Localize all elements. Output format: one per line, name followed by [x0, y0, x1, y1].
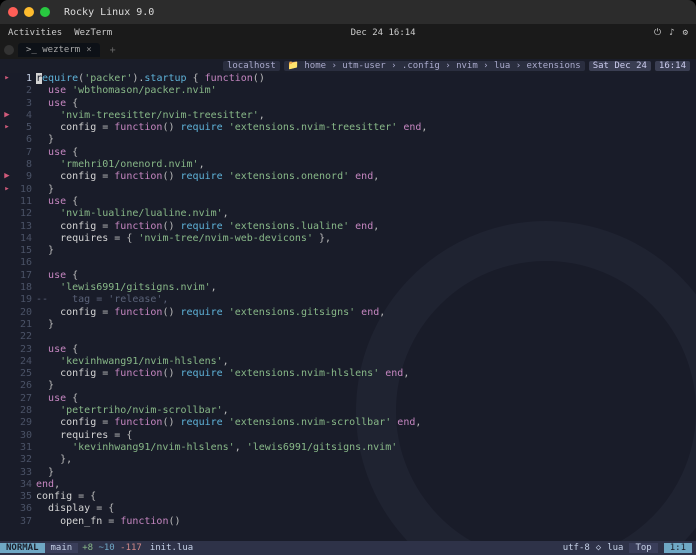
filetype: lua	[607, 543, 623, 553]
code-line[interactable]: -- tag = 'release',	[36, 294, 696, 306]
code-line[interactable]: requires = {	[36, 430, 696, 442]
code-line[interactable]: config = function() require 'extensions.…	[36, 122, 696, 134]
minimize-icon[interactable]	[24, 7, 34, 17]
tab-label: >_ wezterm	[26, 45, 80, 55]
code-line[interactable]: requires = { 'nvim-tree/nvim-web-devicon…	[36, 233, 696, 245]
tab-close-icon[interactable]: ×	[86, 45, 91, 55]
code-line[interactable]: use {	[36, 196, 696, 208]
code-line[interactable]: 'kevinhwang91/nvim-hlslens',	[36, 356, 696, 368]
traffic-lights	[8, 7, 50, 17]
code-line[interactable]: require('packer').startup { function()	[36, 73, 696, 85]
editor-viewport[interactable]: ▸▶▸▶▸ 1234567891011121314151617181920212…	[0, 73, 696, 541]
code-line[interactable]: config = function() require 'extensions.…	[36, 221, 696, 233]
code-line[interactable]: open_fn = function()	[36, 516, 696, 528]
scroll-position: Top	[629, 543, 657, 553]
code-line[interactable]: 'petertriho/nvim-scrollbar',	[36, 405, 696, 417]
code-line[interactable]: }	[36, 184, 696, 196]
code-line[interactable]: config = function() require 'extensions.…	[36, 171, 696, 183]
code-line[interactable]	[36, 257, 696, 269]
winbar-date: Sat Dec 24	[589, 61, 651, 71]
filetype-icon: ◇	[596, 543, 601, 553]
code-line[interactable]: }	[36, 467, 696, 479]
tray-sound-icon[interactable]: ♪	[669, 28, 674, 38]
code-line[interactable]: 'rmehri01/onenord.nvim',	[36, 159, 696, 171]
close-icon[interactable]	[8, 7, 18, 17]
tab-wezterm[interactable]: >_ wezterm ×	[18, 43, 100, 57]
new-tab-button[interactable]: +	[104, 45, 122, 56]
code-line[interactable]	[36, 331, 696, 343]
code-line[interactable]: config = function() require 'extensions.…	[36, 417, 696, 429]
code-line[interactable]: 'kevinhwang91/nvim-hlslens', 'lewis6991/…	[36, 442, 696, 454]
code-line[interactable]: use {	[36, 344, 696, 356]
tray-power-icon[interactable]: ⚙	[683, 28, 688, 38]
code-line[interactable]: use {	[36, 147, 696, 159]
code-line[interactable]: use {	[36, 393, 696, 405]
wezterm-tabbar: >_ wezterm × +	[0, 41, 696, 59]
winbar-host: localhost	[223, 61, 280, 71]
macos-titlebar: Rocky Linux 9.0	[0, 0, 696, 24]
code-line[interactable]: use {	[36, 98, 696, 110]
tab-launcher-icon[interactable]	[4, 45, 14, 55]
nvim-winbar: localhost 📁 home › utm-user › .config › …	[0, 59, 696, 73]
window-title: Rocky Linux 9.0	[64, 7, 154, 18]
maximize-icon[interactable]	[40, 7, 50, 17]
code-line[interactable]: display = {	[36, 503, 696, 515]
gnome-top-bar: Activities WezTerm Dec 24 16:14 ⏻ ♪ ⚙	[0, 24, 696, 41]
filename: init.lua	[142, 543, 201, 553]
mode-indicator: NORMAL	[0, 543, 45, 553]
code-line[interactable]: config = {	[36, 491, 696, 503]
code-line[interactable]: },	[36, 454, 696, 466]
winbar-time: 16:14	[655, 61, 690, 71]
git-branch: main	[45, 543, 79, 553]
sign-column: ▸▶▸▶▸	[0, 73, 14, 541]
tray-network-icon[interactable]: ⏻	[654, 28, 661, 38]
git-diff: +8 ~10 -117	[78, 543, 142, 553]
app-name[interactable]: WezTerm	[74, 28, 112, 38]
code-line[interactable]: 'lewis6991/gitsigns.nvim',	[36, 282, 696, 294]
code-line[interactable]: }	[36, 134, 696, 146]
code-line[interactable]: end,	[36, 479, 696, 491]
code-line[interactable]: }	[36, 245, 696, 257]
clock[interactable]: Dec 24 16:14	[124, 28, 642, 38]
code-area[interactable]: require('packer').startup { function() u…	[36, 73, 696, 541]
encoding: utf-8	[563, 543, 590, 553]
code-line[interactable]: use {	[36, 270, 696, 282]
code-line[interactable]: 'nvim-treesitter/nvim-treesitter',	[36, 110, 696, 122]
cursor-position: 1:1	[664, 543, 692, 553]
code-line[interactable]: config = function() require 'extensions.…	[36, 307, 696, 319]
code-line[interactable]: }	[36, 380, 696, 392]
winbar-breadcrumb: 📁 home › utm-user › .config › nvim › lua…	[284, 61, 585, 71]
statusline: NORMAL main +8 ~10 -117 init.lua utf-8 ◇…	[0, 541, 696, 555]
code-line[interactable]: 'nvim-lualine/lualine.nvim',	[36, 208, 696, 220]
line-numbers: 1234567891011121314151617181920212223242…	[14, 73, 36, 541]
code-line[interactable]: use 'wbthomason/packer.nvim'	[36, 85, 696, 97]
code-line[interactable]: config = function() require 'extensions.…	[36, 368, 696, 380]
activities-button[interactable]: Activities	[8, 28, 62, 38]
code-line[interactable]: }	[36, 319, 696, 331]
